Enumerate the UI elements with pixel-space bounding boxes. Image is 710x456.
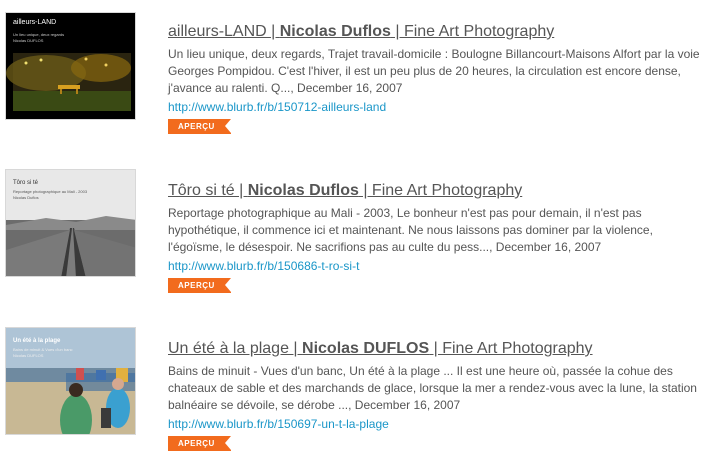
result-description: Reportage photographique au Mali - 2003,… — [168, 206, 653, 254]
book-cover-thumbnail[interactable]: ailleurs-LAND Un lieu unique, deux regar… — [5, 12, 136, 120]
title-book: Tôro si té | — [168, 182, 248, 199]
result-title-link[interactable]: Un été à la plage | Nicolas DUFLOS | Fin… — [168, 339, 703, 358]
result-title-link[interactable]: ailleurs-LAND | Nicolas Duflos | Fine Ar… — [168, 22, 703, 41]
result-url-link[interactable]: http://www.blurb.fr/b/150697-un-t-la-pla… — [168, 416, 703, 433]
title-suffix: | Fine Art Photography — [390, 23, 555, 40]
result-url-link[interactable]: http://www.blurb.fr/b/150686-t-ro-si-t — [168, 258, 703, 275]
result-url-link[interactable]: http://www.blurb.fr/b/150712-ailleurs-la… — [168, 99, 703, 116]
apercu-button[interactable]: APERÇU — [168, 436, 231, 451]
apercu-button[interactable]: APERÇU — [168, 119, 231, 134]
cover-author: Nicolas DUFLOS — [13, 38, 44, 43]
result-title-link[interactable]: Tôro si té | Nicolas Duflos | Fine Art P… — [168, 181, 703, 200]
result-info: Un été à la plage | Nicolas DUFLOS | Fin… — [168, 339, 703, 451]
cover-title: Tôro si té — [13, 180, 39, 186]
title-author: Nicolas DUFLOS — [302, 340, 430, 357]
result-description: Bains de minuit - Vues d'un banc, Un été… — [168, 364, 697, 412]
result-info: Tôro si té | Nicolas Duflos | Fine Art P… — [168, 181, 703, 293]
result-description: Un lieu unique, deux regards, Trajet tra… — [168, 47, 700, 95]
book-cover-thumbnail[interactable]: Tôro si té Reportage photographique au M… — [5, 169, 136, 277]
cover-image — [6, 13, 135, 119]
result-info: ailleurs-LAND | Nicolas Duflos | Fine Ar… — [168, 22, 703, 134]
title-book: ailleurs-LAND | — [168, 23, 280, 40]
book-cover-thumbnail[interactable]: Un été à la plage Bains de minuit & Vues… — [5, 327, 136, 435]
cover-author: Nicolas DUFLOS — [13, 353, 44, 358]
title-suffix: | Fine Art Photography — [429, 340, 593, 357]
cover-author: Nicolas Duflos — [13, 195, 39, 200]
cover-title: ailleurs-LAND — [13, 19, 57, 26]
cover-title: Un été à la plage — [13, 338, 61, 344]
title-author: Nicolas Duflos — [247, 182, 359, 199]
title-author: Nicolas Duflos — [279, 23, 391, 40]
apercu-button[interactable]: APERÇU — [168, 278, 231, 293]
title-suffix: | Fine Art Photography — [358, 182, 523, 199]
title-book: Un été à la plage | — [168, 340, 303, 357]
